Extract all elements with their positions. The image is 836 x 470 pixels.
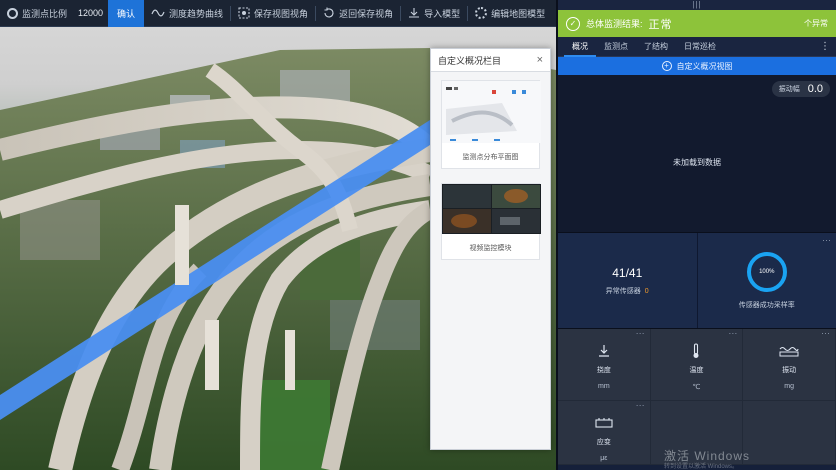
settings-icon[interactable]: [7, 7, 18, 19]
floorplan-thumbnail: [442, 81, 541, 143]
amplitude-value: 0.0: [807, 83, 823, 95]
more-options-icon[interactable]: ···: [728, 328, 737, 338]
status-label: 总体监测结果:: [586, 19, 643, 29]
sensor-unit: με: [600, 455, 608, 462]
tab-monitoring-points[interactable]: 监测点: [596, 37, 636, 57]
sensor-tile-strain[interactable]: ··· 应变 με: [558, 400, 651, 465]
gear-icon: [475, 7, 488, 19]
close-icon[interactable]: ×: [537, 54, 543, 66]
more-options-icon[interactable]: ···: [636, 400, 645, 410]
more-icon[interactable]: ⋮: [820, 41, 836, 52]
restore-view-label: 返回保存视角: [339, 8, 394, 19]
more-options-icon[interactable]: ···: [821, 328, 830, 338]
amplitude-label: 振动幅: [778, 86, 800, 93]
vibration-chart-card: 振动幅 0.0 未加载到数据: [558, 75, 836, 233]
module-card-label: 监测点分布平面图: [462, 154, 519, 161]
windows-activation-hint: 转到设置以激活 Windows。: [664, 464, 739, 470]
app-window: 监测点比例 12000 确认 测度趋势曲线 保存视图视角 返回保存视角 导入模型…: [0, 0, 836, 470]
module-card-label: 视频监控模块: [469, 245, 512, 252]
abnormal-sensor-label: 异常传感器: [605, 287, 641, 295]
panel-title: 自定义概况栏目: [438, 55, 502, 66]
status-value: 正常: [648, 18, 673, 31]
abnormal-count-link[interactable]: 个异常: [804, 18, 828, 29]
add-custom-view-label: 自定义概况视图: [676, 61, 733, 71]
edit-map-model-label: 编辑地图模型: [491, 8, 546, 19]
module-card-video[interactable]: 视频监控模块: [441, 183, 541, 260]
tab-overview[interactable]: 概况: [564, 37, 596, 57]
thermometer-icon: [690, 343, 702, 359]
abnormal-sensor-line: 异常传感器 0: [606, 286, 649, 296]
monitoring-dashboard: ||| ✓ 总体监测结果: 正常 个异常 概况 监测点 了结构 日常巡检 ⋮ +…: [556, 0, 836, 470]
amplitude-badge: 振动幅 0.0: [771, 81, 830, 97]
edit-map-model-button[interactable]: 编辑地图模型: [468, 0, 552, 27]
curve-icon: [151, 9, 165, 17]
restore-view-icon: [324, 7, 334, 18]
vibration-icon: [779, 343, 799, 359]
sensor-tile-temperature[interactable]: ··· 温度 ℃: [650, 328, 744, 401]
tab-daily-inspection[interactable]: 日常巡检: [676, 37, 724, 57]
sampling-rate-ring: 100%: [746, 251, 787, 292]
sensor-name: 振动: [782, 367, 797, 374]
sensor-tile-deflection[interactable]: ··· 挠度 mm: [558, 328, 651, 401]
sampling-rate-value: 100%: [759, 268, 775, 275]
bridge-3d-viewport[interactable]: 监测点比例 12000 确认 测度趋势曲线 保存视图视角 返回保存视角 导入模型…: [0, 0, 556, 470]
strain-gauge-icon: [595, 415, 613, 431]
add-custom-view-button[interactable]: + 自定义概况视图: [558, 57, 836, 75]
panel-header: 自定义概况栏目 ×: [431, 49, 550, 72]
trend-curve-button[interactable]: 测度趋势曲线: [144, 0, 230, 27]
video-thumbnail: [442, 184, 541, 234]
plus-circle-icon: +: [661, 61, 672, 71]
import-model-label: 导入模型: [424, 8, 461, 19]
deflection-icon: [597, 343, 611, 359]
more-options-icon[interactable]: ···: [822, 235, 831, 245]
sensor-unit: mm: [597, 383, 610, 390]
confirm-label: 确认: [117, 8, 136, 19]
more-options-icon[interactable]: ···: [636, 328, 645, 338]
confirm-button[interactable]: 确认: [108, 0, 145, 27]
sensor-count: 41/41: [612, 265, 643, 280]
viewer-toolbar: 监测点比例 12000 确认 测度趋势曲线 保存视图视角 返回保存视角 导入模型…: [0, 0, 556, 27]
no-data-message: 未加载到数据: [673, 158, 721, 167]
scale-input[interactable]: 12000: [74, 0, 108, 27]
save-view-icon: [238, 7, 250, 19]
import-icon: [409, 8, 420, 18]
save-view-label: 保存视图视角: [254, 8, 309, 19]
sensor-type-grid: ··· 挠度 mm ··· 温度 ℃ ··· 振动 mg ··· 应变 με: [558, 328, 836, 465]
sampling-rate-box: ··· 100% 传感器成功采样率: [696, 233, 836, 328]
scale-control: 监测点比例: [0, 0, 74, 27]
sensor-unit: mg: [784, 383, 795, 390]
import-model-button[interactable]: 导入模型: [401, 0, 467, 27]
tab-structure[interactable]: 了结构: [636, 37, 676, 57]
sensor-name: 温度: [689, 367, 704, 374]
save-view-button[interactable]: 保存视图视角: [231, 0, 315, 27]
sensor-tile-vibration[interactable]: ··· 振动 mg: [743, 328, 836, 401]
sensor-name: 挠度: [596, 367, 611, 374]
scale-label: 监测点比例: [22, 8, 68, 19]
trend-curve-label: 测度趋势曲线: [169, 8, 224, 19]
abnormal-sensor-value: 0: [644, 287, 649, 295]
sampling-rate-caption: 传感器成功采样率: [738, 301, 795, 309]
restore-view-button[interactable]: 返回保存视角: [316, 0, 400, 27]
check-icon: ✓: [566, 16, 580, 31]
sensor-stats: 41/41 异常传感器 0 ··· 100% 传感器成功采样率: [558, 233, 836, 329]
dashboard-tabs: 概况 监测点 了结构 日常巡检 ⋮: [558, 37, 836, 57]
sensor-tile-empty: [743, 401, 836, 465]
scale-input-value: 12000: [78, 8, 104, 18]
resize-handle[interactable]: |||: [558, 0, 836, 10]
sensor-unit: ℃: [692, 384, 701, 391]
sensor-count-box: 41/41 异常传感器 0: [558, 233, 697, 328]
custom-overview-panel: 自定义概况栏目 × 监测点分布平面图 视频监控模块: [430, 48, 551, 450]
sensor-name: 应变: [596, 439, 611, 446]
module-card-floorplan[interactable]: 监测点分布平面图: [441, 80, 541, 169]
overall-status-bar: ✓ 总体监测结果: 正常 个异常: [558, 10, 836, 37]
